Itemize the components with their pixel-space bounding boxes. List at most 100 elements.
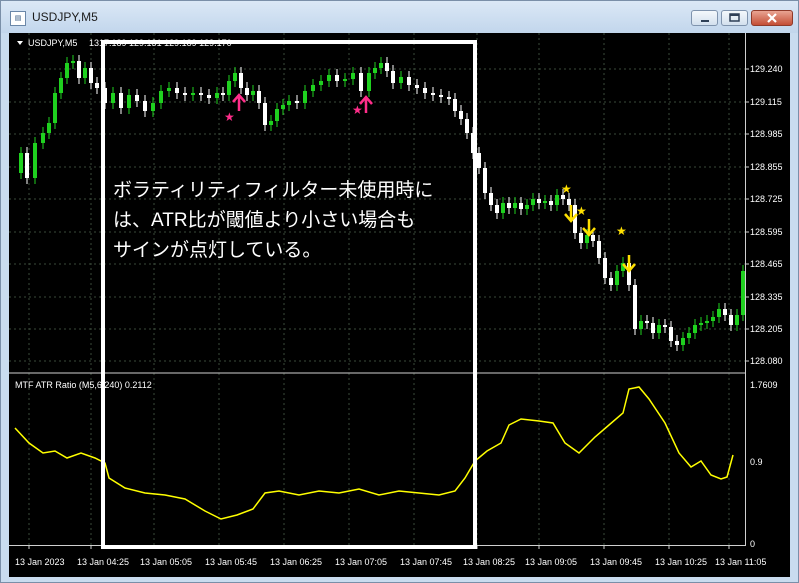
close-button[interactable]: [751, 10, 793, 26]
chart-window: ▤ USDJPY,M5 ★ ★ ★ ★ ★ USDJPY,M5 1317.189…: [0, 0, 799, 583]
candle-body: [135, 95, 139, 101]
candle-body: [263, 103, 267, 125]
candle-body: [669, 327, 673, 341]
candlestick-series: [19, 55, 745, 351]
indicator-tick-label: 1.7609: [750, 380, 778, 390]
candle-body: [615, 271, 619, 285]
candle-body: [693, 325, 697, 333]
candle-body: [287, 101, 291, 105]
candle-body: [439, 95, 443, 97]
signal-star-icon: ★: [561, 182, 572, 196]
candle-body: [543, 201, 547, 203]
price-chart[interactable]: ★ ★★★★ USDJPY,M5 1317.189 129.131 129.189…: [9, 33, 790, 577]
candle-body: [477, 153, 481, 168]
indicator-axis[interactable]: 1.7609 0.9 0: [750, 380, 778, 549]
price-axis[interactable]: 129.240 129.115 128.985 128.855 128.725 128.5…: [745, 64, 783, 366]
candle-body: [407, 77, 411, 85]
price-tick-label: 128.595: [750, 227, 783, 237]
candle-body: [723, 309, 727, 315]
symbol-label: USDJPY,M5: [28, 38, 77, 48]
candle-body: [379, 63, 383, 68]
candle-body: [127, 95, 131, 108]
candle-body: [227, 81, 231, 95]
candle-body: [579, 233, 583, 243]
candle-body: [687, 333, 691, 338]
candle-body: [537, 199, 541, 203]
chart-menu-caret-icon[interactable]: [17, 41, 23, 45]
candle-body: [327, 75, 331, 81]
candle-body: [373, 68, 377, 73]
candle-body: [111, 93, 115, 103]
candle-body: [657, 325, 661, 333]
candle-body: [335, 75, 339, 81]
candle-body: [367, 73, 371, 91]
candle-body: [269, 121, 273, 125]
candle-body: [391, 71, 395, 83]
candle-body: [597, 241, 601, 258]
candle-body: [717, 309, 721, 317]
price-tick-label: 128.465: [750, 259, 783, 269]
highlight-box: [101, 40, 477, 549]
time-tick-label: 13 Jan 07:45: [400, 557, 452, 567]
candle-body: [681, 338, 685, 345]
annotation-line-2: は、ATR比が閾値より小さい場合も: [113, 209, 415, 231]
candle-body: [33, 143, 37, 178]
candle-body: [609, 278, 613, 285]
time-tick-label: 13 Jan 04:25: [77, 557, 129, 567]
mtf-atr-ratio-line: [14, 386, 734, 520]
candle-body: [343, 79, 347, 81]
candle-body: [519, 203, 523, 209]
candle-body: [239, 73, 243, 88]
candle-body: [447, 97, 451, 99]
candle-body: [465, 119, 469, 133]
signal-star-icon: ★: [576, 204, 587, 218]
time-tick-label: 13 Jan 07:05: [335, 557, 387, 567]
candle-body: [711, 317, 715, 321]
candle-body: [489, 193, 493, 205]
candle-body: [151, 103, 155, 111]
minimize-button[interactable]: [691, 10, 718, 26]
candle-body: [89, 68, 93, 83]
indicator-tick-label: 0: [750, 539, 755, 549]
candle-body: [567, 199, 571, 205]
candle-body: [183, 93, 187, 95]
candle-body: [385, 63, 389, 71]
candle-body: [19, 153, 23, 173]
window-title: USDJPY,M5: [32, 10, 98, 24]
candle-body: [423, 88, 427, 93]
candle-body: [663, 325, 667, 327]
price-tick-label: 128.855: [750, 162, 783, 172]
time-tick-label: 13 Jan 2023: [15, 557, 65, 567]
indicator-tick-label: 0.9: [750, 457, 763, 467]
restore-button[interactable]: [721, 10, 748, 26]
chart-window-icon: ▤: [10, 11, 26, 26]
candle-body: [319, 81, 323, 85]
time-tick-label: 13 Jan 08:25: [463, 557, 515, 567]
candle-body: [453, 99, 457, 111]
candle-body: [159, 91, 163, 103]
candle-body: [191, 93, 195, 95]
price-tick-label: 129.240: [750, 64, 783, 74]
candle-body: [53, 93, 57, 123]
candle-body: [399, 77, 403, 83]
price-tick-label: 128.985: [750, 129, 783, 139]
candle-body: [531, 199, 535, 205]
candle-body: [501, 203, 505, 213]
candle-body: [675, 341, 679, 345]
candle-body: [251, 91, 255, 95]
candle-body: [221, 93, 225, 95]
time-tick-label: 13 Jan 09:45: [590, 557, 642, 567]
candle-body: [591, 235, 595, 241]
annotation-line-3: サインが点灯している。: [113, 239, 321, 261]
candle-body: [65, 63, 69, 78]
candle-body: [233, 73, 237, 81]
annotation-line-1: ボラティリティフィルター未使用時に: [113, 179, 433, 201]
time-tick-label: 13 Jan 06:25: [270, 557, 322, 567]
candle-body: [71, 61, 75, 63]
candle-body: [525, 205, 529, 209]
candle-body: [215, 93, 219, 98]
candle-body: [735, 315, 739, 325]
title-bar[interactable]: ▤ USDJPY,M5: [1, 1, 798, 33]
price-tick-label: 129.115: [750, 97, 782, 107]
candle-body: [275, 109, 279, 121]
